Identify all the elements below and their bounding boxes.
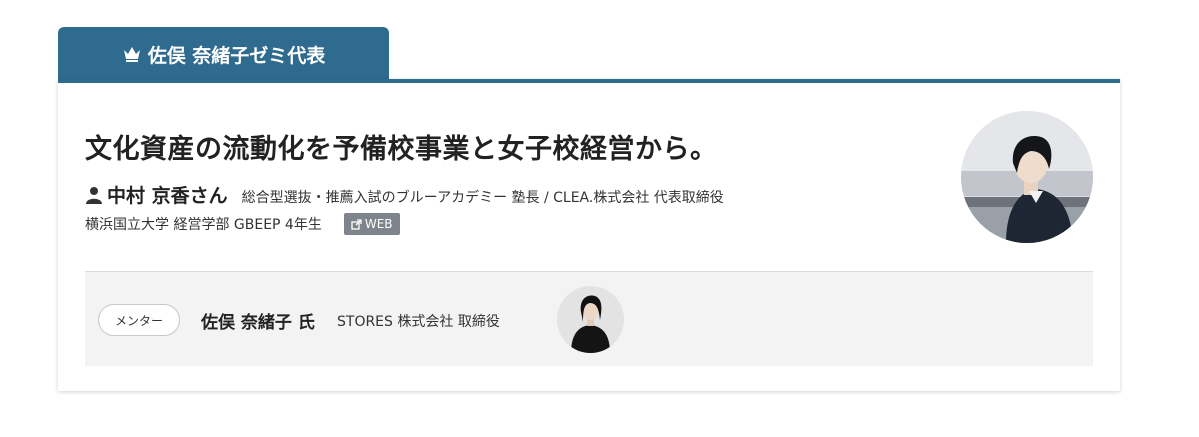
seminar-tab: 佐俣 奈緒子ゼミ代表 bbox=[58, 27, 389, 81]
web-link-label: WEB bbox=[364, 217, 393, 231]
person-icon bbox=[86, 186, 102, 204]
mentor-name: 佐俣 奈緒子 氏 bbox=[201, 313, 315, 333]
mentor-badge: メンター bbox=[98, 304, 180, 336]
student-university: 横浜国立大学 経営学部 GBEEP 4年生 bbox=[85, 217, 322, 233]
mentor-role: STORES 株式会社 取締役 bbox=[337, 314, 500, 330]
project-card: 文化資産の流動化を予備校事業と女子校経営から。 中村 京香さん 総合型選抜・推薦… bbox=[58, 79, 1120, 391]
student-affiliation: 横浜国立大学 経営学部 GBEEP 4年生 WEB bbox=[85, 213, 400, 235]
mentor-section: メンター 佐俣 奈緒子 氏 STORES 株式会社 取締役 bbox=[85, 271, 1093, 366]
student-name: 中村 京香さん bbox=[107, 185, 228, 207]
student-info: 中村 京香さん 総合型選抜・推薦入試のブルーアカデミー 塾長 / CLEA.株式… bbox=[85, 181, 724, 208]
student-role: 総合型選抜・推薦入試のブルーアカデミー 塾長 / CLEA.株式会社 代表取締役 bbox=[241, 190, 724, 206]
seminar-tab-label: 佐俣 奈緒子ゼミ代表 bbox=[147, 44, 326, 67]
crown-icon bbox=[123, 47, 140, 62]
student-avatar bbox=[961, 111, 1093, 243]
web-link-button[interactable]: WEB bbox=[343, 213, 400, 235]
external-link-icon bbox=[351, 218, 362, 230]
project-title: 文化資産の流動化を予備校事業と女子校経営から。 bbox=[85, 134, 718, 165]
mentor-avatar bbox=[557, 286, 624, 353]
